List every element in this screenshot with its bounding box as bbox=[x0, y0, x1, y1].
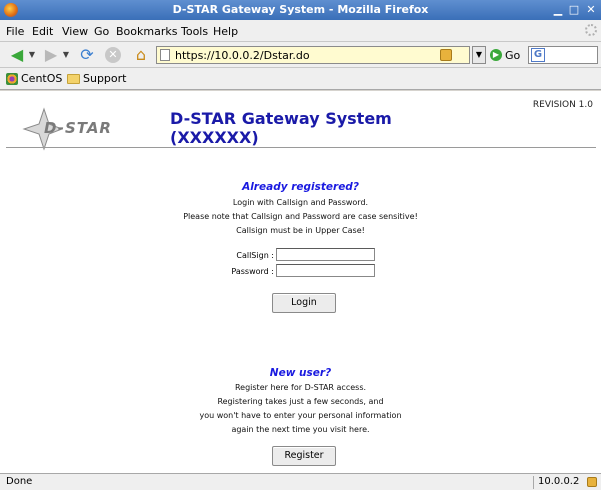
login-instructions-2: Please note that Callsign and Password a… bbox=[183, 212, 418, 221]
login-instructions-3: Callsign must be in Upper Case! bbox=[236, 226, 365, 235]
padlock-icon[interactable] bbox=[440, 49, 452, 61]
login-heading: Already registered? bbox=[242, 181, 359, 193]
dstar-logo: D-STAR bbox=[22, 107, 122, 151]
back-button[interactable]: ◀ bbox=[6, 45, 28, 65]
reload-button[interactable]: ⟳ bbox=[76, 45, 98, 65]
page-content: D-STAR D-STAR Gateway System (XXXXXX) RE… bbox=[0, 91, 601, 473]
close-button[interactable]: ✕ bbox=[584, 3, 598, 17]
page-icon bbox=[160, 49, 170, 61]
revision-label: REVISION 1.0 bbox=[532, 100, 593, 110]
menu-go[interactable]: Go bbox=[94, 25, 109, 38]
register-heading: New user? bbox=[269, 367, 332, 379]
menu-view[interactable]: View bbox=[62, 25, 88, 38]
status-host: 10.0.0.2 bbox=[538, 476, 580, 487]
google-search-icon[interactable]: G bbox=[531, 48, 545, 62]
window-title: D-STAR Gateway System - Mozilla Firefox bbox=[172, 3, 429, 16]
register-text-3: you won't have to enter your personal in… bbox=[199, 411, 402, 420]
go-button[interactable]: ▶ Go bbox=[490, 46, 520, 64]
go-arrow-icon: ▶ bbox=[490, 49, 502, 61]
back-history-dropdown[interactable]: ▼ bbox=[28, 45, 36, 65]
register-text-1: Register here for D-STAR access. bbox=[234, 383, 367, 392]
bookmark-centos[interactable]: CentOS bbox=[6, 72, 62, 85]
register-button[interactable]: Register bbox=[272, 446, 336, 466]
stop-button[interactable]: ✕ bbox=[102, 45, 124, 65]
bookmark-support[interactable]: Support bbox=[67, 72, 126, 85]
bookmark-label: CentOS bbox=[21, 72, 63, 85]
reload-icon: ⟳ bbox=[80, 45, 94, 64]
logo-text: D-STAR bbox=[44, 119, 112, 137]
header-divider bbox=[6, 147, 596, 148]
back-arrow-icon: ◀ bbox=[10, 45, 24, 64]
password-input[interactable] bbox=[276, 264, 375, 277]
window-titlebar: D-STAR Gateway System - Mozilla Firefox … bbox=[0, 0, 601, 20]
menu-help[interactable]: Help bbox=[213, 25, 238, 38]
register-text-2: Registering takes just a few seconds, an… bbox=[217, 397, 384, 406]
go-label: Go bbox=[505, 48, 521, 62]
status-divider bbox=[533, 476, 534, 489]
login-button[interactable]: Login bbox=[272, 293, 336, 313]
home-icon: ⌂ bbox=[135, 45, 147, 64]
forward-arrow-icon: ▶ bbox=[44, 45, 58, 64]
password-label: Password : bbox=[231, 267, 274, 276]
home-button[interactable]: ⌂ bbox=[130, 45, 152, 65]
menu-bar: File Edit View Go Bookmarks Tools Help bbox=[0, 20, 601, 42]
folder-icon bbox=[67, 73, 80, 84]
secure-lock-icon[interactable] bbox=[587, 477, 597, 487]
forward-button[interactable]: ▶ bbox=[40, 45, 62, 65]
callsign-label: CallSign : bbox=[236, 251, 274, 260]
callsign-input[interactable] bbox=[276, 248, 375, 261]
search-input[interactable]: G bbox=[528, 46, 598, 64]
activity-throbber-icon bbox=[585, 24, 597, 36]
url-history-dropdown[interactable]: ▼ bbox=[472, 46, 486, 64]
status-text: Done bbox=[6, 476, 33, 487]
login-instructions-1: Login with Callsign and Password. bbox=[232, 198, 369, 207]
minimize-button[interactable]: ▁ bbox=[551, 3, 565, 17]
page-title: D-STAR Gateway System (XXXXXX) bbox=[170, 109, 392, 147]
bookmarks-toolbar: CentOS Support bbox=[0, 68, 601, 90]
status-bar: Done 10.0.0.2 bbox=[0, 473, 601, 490]
register-text-4: again the next time you visit here. bbox=[231, 425, 370, 434]
menu-edit[interactable]: Edit bbox=[32, 25, 53, 38]
navigation-toolbar: ◀ ▼ ▶ ▼ ⟳ ✕ ⌂ https://10.0.0.2/Dstar.do … bbox=[0, 42, 601, 68]
centos-icon bbox=[6, 72, 18, 85]
url-text[interactable]: https://10.0.0.2/Dstar.do bbox=[175, 49, 310, 62]
menu-bookmarks[interactable]: Bookmarks bbox=[116, 25, 177, 38]
maximize-button[interactable]: □ bbox=[567, 3, 581, 17]
address-bar[interactable]: https://10.0.0.2/Dstar.do bbox=[156, 46, 470, 64]
bookmark-label: Support bbox=[83, 72, 127, 85]
stop-icon: ✕ bbox=[105, 47, 121, 63]
menu-file[interactable]: File bbox=[6, 25, 24, 38]
menu-tools[interactable]: Tools bbox=[181, 25, 208, 38]
forward-history-dropdown[interactable]: ▼ bbox=[62, 45, 70, 65]
